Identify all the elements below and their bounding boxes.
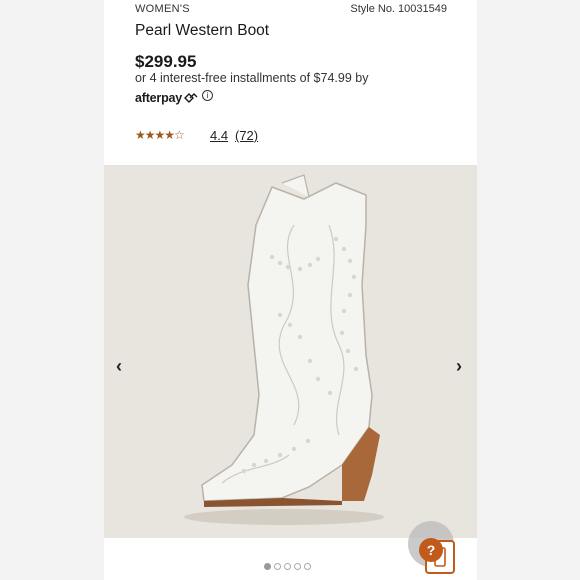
product-panel: WOMEN'S Style No. 10031549 Pearl Western… — [104, 0, 477, 580]
left-gutter — [0, 0, 104, 580]
review-count-link[interactable]: (72) — [235, 128, 258, 143]
installments-text: or 4 interest-free installments of $74.9… — [135, 71, 369, 85]
info-icon[interactable]: i — [202, 90, 213, 101]
product-image[interactable] — [104, 165, 477, 538]
gallery-next-button[interactable]: › — [456, 356, 462, 377]
afterpay-logo[interactable]: afterpay — [135, 91, 198, 105]
right-gutter — [477, 0, 580, 580]
product-price: $299.95 — [135, 52, 197, 71]
help-question-icon[interactable]: ? — [419, 538, 443, 562]
gallery-dot-3[interactable] — [284, 563, 291, 570]
gallery-dot-5[interactable] — [304, 563, 311, 570]
rating-value[interactable]: 4.4 — [210, 128, 228, 143]
gallery-dot-4[interactable] — [294, 563, 301, 570]
afterpay-label: afterpay — [135, 91, 183, 105]
product-title: Pearl Western Boot — [135, 22, 270, 39]
style-number: Style No. 10031549 — [350, 3, 447, 15]
rating-stars[interactable]: ★★★★☆ — [135, 128, 185, 142]
boot-illustration — [184, 174, 384, 525]
gallery-dot-1[interactable] — [264, 563, 271, 570]
product-category: WOMEN'S — [135, 3, 190, 15]
afterpay-arrows-icon — [184, 93, 198, 103]
gallery-prev-button[interactable]: ‹ — [116, 356, 122, 377]
gallery-dot-2[interactable] — [274, 563, 281, 570]
gallery-pagination — [264, 563, 311, 570]
